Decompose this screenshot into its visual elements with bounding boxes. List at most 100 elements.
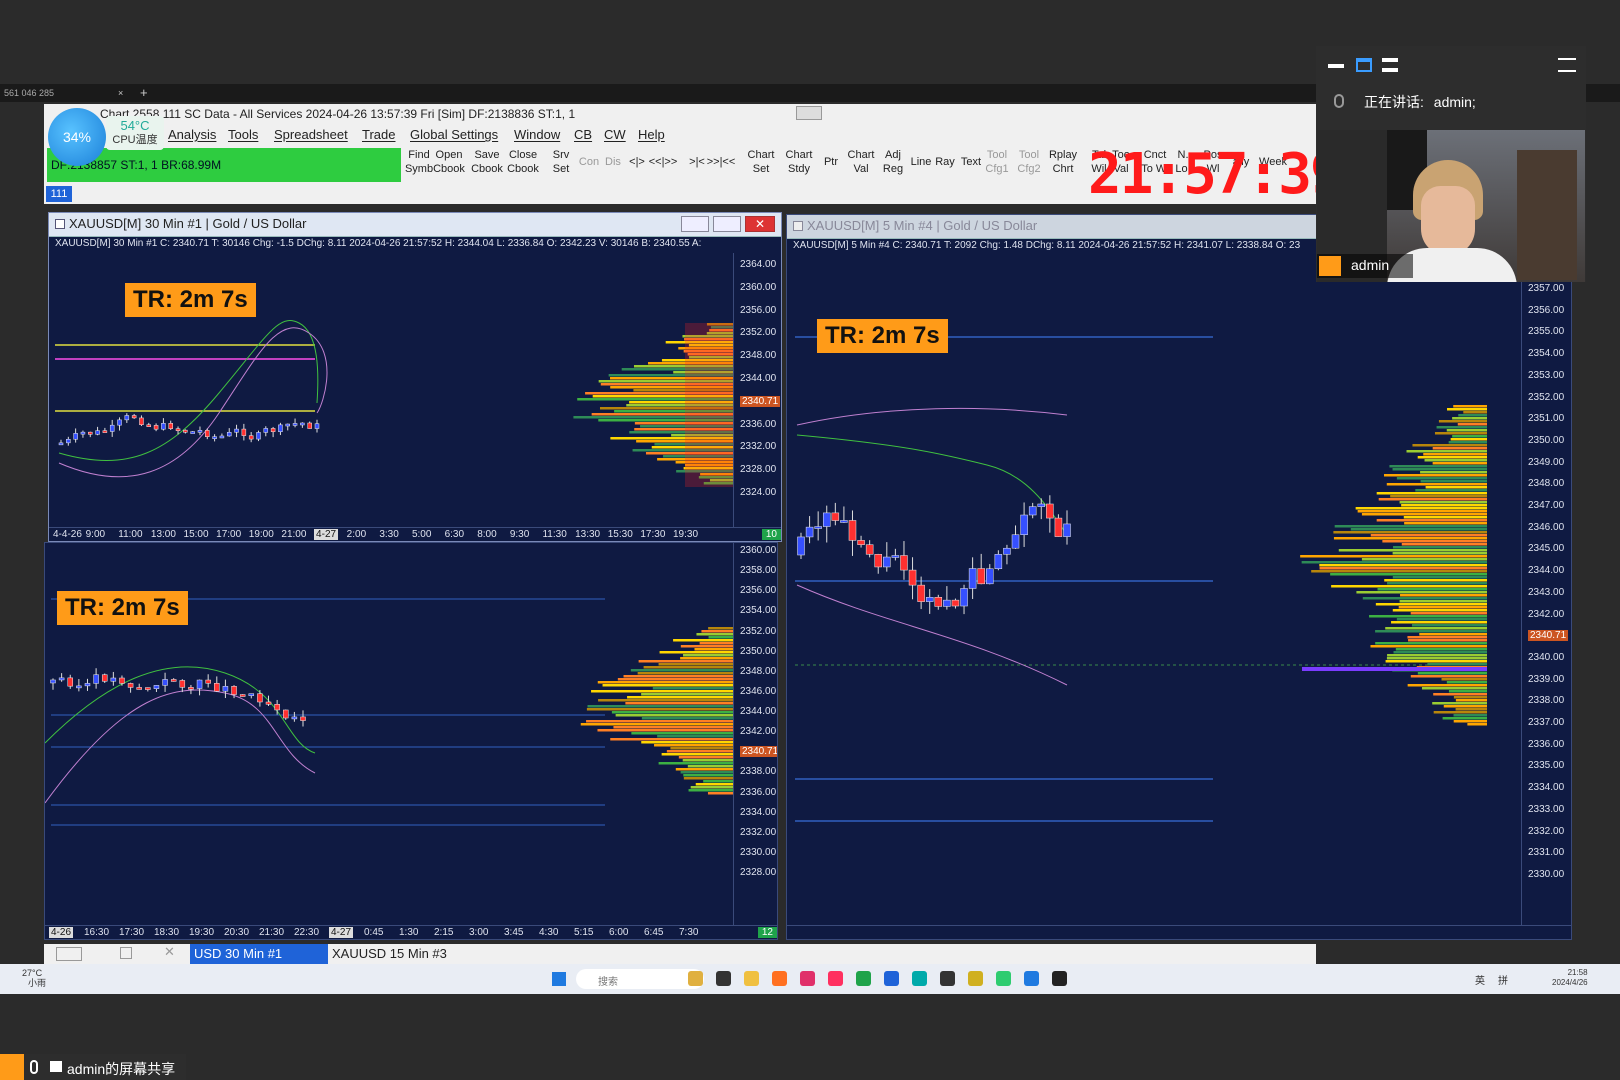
tab-30min[interactable]: USD 30 Min #1: [190, 944, 328, 964]
toolbar-button-12[interactable]: Chart Stdy: [782, 148, 816, 182]
close-button[interactable]: ✕: [745, 216, 775, 232]
close-icon[interactable]: ✕: [164, 944, 175, 960]
volume-profile-bar: [657, 735, 735, 738]
chart-15min-plot[interactable]: TR: 2m 7s 2360.00 2358.00 2356.00 2354.00 23…: [45, 543, 777, 939]
weather-widget[interactable]: 27°C 小雨: [8, 968, 46, 988]
toolbar-button-8[interactable]: <<|>>: [646, 148, 680, 182]
taskbar-app-icon[interactable]: [688, 971, 703, 986]
toolbar-button-14[interactable]: Chart Val: [844, 148, 878, 182]
volume-profile-bar: [1361, 558, 1487, 561]
taskbar-app-icon[interactable]: [828, 971, 843, 986]
toolbar-button-10[interactable]: >>|<<: [704, 148, 738, 182]
candle: [300, 716, 306, 721]
toolbar-button-20[interactable]: Tool Cfg2: [1012, 148, 1046, 182]
taskbar-app-icon[interactable]: [1052, 971, 1067, 986]
taskbar-app-icon[interactable]: [800, 971, 815, 986]
window-icon[interactable]: [1356, 58, 1372, 72]
maximize-button[interactable]: [713, 216, 741, 232]
windows-start-icon[interactable]: [552, 972, 566, 986]
bollinger-band: [58, 327, 328, 478]
volume-profile-bar: [1390, 495, 1487, 498]
menu-window[interactable]: Window: [514, 127, 560, 142]
minimize-icon[interactable]: [1328, 64, 1344, 68]
title-dropdown-icon[interactable]: [796, 106, 822, 120]
tab-chartbook-111[interactable]: 111: [46, 186, 72, 202]
toolbar-button-21[interactable]: Rplay Chrt: [1046, 148, 1080, 182]
speaking-label: 正在讲话:: [1364, 94, 1424, 110]
taskview-icon[interactable]: [56, 947, 82, 961]
toolbar-button-0[interactable]: Find Symb: [402, 148, 436, 182]
chart-5min-plot[interactable]: TR: 2m 7s 2357.00 2356.00 2355.00 2354.00 23…: [787, 255, 1571, 939]
toolbar-button-1[interactable]: Open Cbook: [432, 148, 466, 182]
time-scale-5min[interactable]: [787, 925, 1571, 939]
tab-15min[interactable]: XAUUSD 15 Min #3: [332, 946, 447, 961]
toolbar-button-19[interactable]: Tool Cfg1: [980, 148, 1014, 182]
poc-bar: [1302, 667, 1487, 671]
toolbar-button-3[interactable]: Close Cbook: [506, 148, 540, 182]
time-tick: 15:00: [183, 529, 209, 540]
taskbar-app-icon[interactable]: [940, 971, 955, 986]
menu-analysis[interactable]: Analysis: [168, 127, 216, 142]
chart-window-15min[interactable]: TR: 2m 7s 2360.00 2358.00 2356.00 2354.00 23…: [44, 542, 778, 940]
restore-icon[interactable]: [120, 947, 132, 959]
new-tab-button[interactable]: +: [140, 85, 148, 100]
candle: [805, 526, 814, 538]
time-scale-30min[interactable]: 4-4-26 9:00 11:00 13:00 15:00 17:00 19:00 21:00…: [49, 527, 781, 541]
chart-30min-plot[interactable]: TR: 2m 7s 2364.00 2360.00 2356.00 2352.00 23…: [49, 253, 781, 541]
chart-window-30min[interactable]: XAUUSD[M] 30 Min #1 | Gold / US Dollar ✕…: [48, 212, 782, 542]
taskbar-search[interactable]: 搜索: [576, 969, 704, 989]
volume-profile-bar: [1392, 468, 1487, 471]
taskbar-clock[interactable]: 21:58 2024/4/26: [1552, 968, 1588, 988]
taskbar-app-icon[interactable]: [856, 971, 871, 986]
layout-icon[interactable]: [1382, 58, 1398, 72]
taskbar-app-icon[interactable]: [968, 971, 983, 986]
candle: [1011, 534, 1020, 549]
taskbar-app-icon[interactable]: [1024, 971, 1039, 986]
volume-profile-bar: [687, 765, 735, 768]
chart-30min-titlebar[interactable]: XAUUSD[M] 30 Min #1 | Gold / US Dollar ✕: [49, 213, 781, 237]
menu-icon[interactable]: [1558, 58, 1576, 72]
menu-trade[interactable]: Trade: [362, 127, 395, 142]
toolbar-button-label: Rplay: [1048, 149, 1078, 161]
menu-cb[interactable]: CB: [574, 127, 592, 142]
chart-window-5min[interactable]: XAUUSD[M] 5 Min #4 | Gold / US Dollar XA…: [786, 214, 1572, 940]
price-scale-30min[interactable]: 2364.00 2360.00 2356.00 2352.00 2348.00 2344.…: [733, 253, 781, 527]
volume-profile-bar: [683, 654, 735, 657]
toolbar-button-2[interactable]: Save Cbook: [470, 148, 504, 182]
tab-close-icon[interactable]: ×: [118, 88, 123, 98]
time-tick: 11:30: [542, 529, 567, 540]
toolbar-button-13[interactable]: Ptr: [814, 148, 848, 182]
menu-global-settings[interactable]: Global Settings: [410, 127, 498, 142]
volume-profile-bar: [1396, 477, 1487, 480]
volume-profile-bar: [654, 744, 735, 747]
volume-profile-bar: [1425, 486, 1487, 489]
volume-profile-bar: [1387, 582, 1487, 585]
menu-spreadsheet[interactable]: Spreadsheet: [274, 127, 348, 142]
taskbar-app-icon[interactable]: [884, 971, 899, 986]
taskbar-app-icon[interactable]: [912, 971, 927, 986]
time-tick: 6:45: [644, 927, 664, 938]
candle: [183, 429, 188, 433]
minimize-button[interactable]: [681, 216, 709, 232]
candle: [234, 428, 239, 433]
time-scale-15min[interactable]: 4-26 16:30 17:30 18:30 19:30 20:30 21:30 22:30 4…: [45, 925, 777, 939]
ime-pinyin[interactable]: 拼: [1498, 972, 1508, 987]
taskbar-app-icon[interactable]: [716, 971, 731, 986]
taskbar-app-icon[interactable]: [772, 971, 787, 986]
menu-cw[interactable]: CW: [604, 127, 626, 142]
volume-profile-bar: [701, 630, 735, 633]
candle: [205, 430, 210, 437]
taskbar-app-icon[interactable]: [744, 971, 759, 986]
price-tick: 2332.00: [740, 826, 777, 838]
volume-profile-bar: [1362, 597, 1487, 600]
menu-tools[interactable]: Tools: [228, 127, 258, 142]
taskbar-app-icon[interactable]: [996, 971, 1011, 986]
price-scale-15min[interactable]: 2360.00 2358.00 2356.00 2354.00 2352.00 2350.…: [733, 543, 777, 925]
volume-profile-bar: [659, 651, 735, 654]
price-tick: 2364.00: [740, 259, 777, 270]
ime-english[interactable]: 英: [1475, 972, 1485, 987]
participant-video[interactable]: admin: [1317, 130, 1585, 282]
menu-help[interactable]: Help: [638, 127, 665, 142]
price-scale-5min[interactable]: 2357.00 2356.00 2355.00 2354.00 2353.00 2352.…: [1521, 255, 1571, 925]
toolbar-button-11[interactable]: Chart Set: [744, 148, 778, 182]
